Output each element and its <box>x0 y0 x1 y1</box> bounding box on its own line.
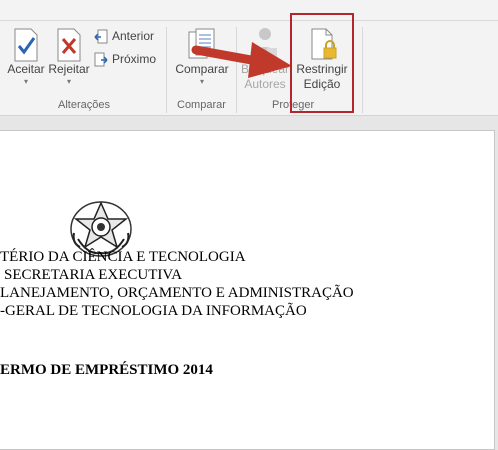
reject-label: Rejeitar <box>48 62 90 76</box>
group-label-comparar: Comparar <box>177 99 226 111</box>
chevron-down-icon: ▾ <box>66 77 71 86</box>
group-label-alteracoes: Alterações <box>58 99 110 111</box>
previous-change-button[interactable]: Anterior <box>94 27 154 45</box>
header-line-3: LANEJAMENTO, ORÇAMENTO E ADMINISTRAÇÃO <box>0 285 354 301</box>
reject-button[interactable]: Rejeitar ▾ <box>48 28 90 87</box>
document-area: TÉRIO DA CIÊNCIA E TECNOLOGIA SECRETARIA… <box>0 116 498 450</box>
reject-icon <box>57 28 81 62</box>
header-line-2: SECRETARIA EXECUTIVA <box>4 267 183 283</box>
ribbon-divider <box>0 20 498 21</box>
highlight-box <box>290 13 354 113</box>
next-change-icon <box>94 52 108 67</box>
previous-label: Anterior <box>112 29 155 43</box>
accept-button[interactable]: Aceitar ▾ <box>4 28 48 87</box>
document-title: ERMO DE EMPRÉSTIMO 2014 <box>0 362 213 378</box>
next-label: Próximo <box>112 52 157 66</box>
header-line-1: TÉRIO DA CIÊNCIA E TECNOLOGIA <box>0 249 246 265</box>
group-separator <box>166 27 167 113</box>
group-separator <box>362 27 363 113</box>
chevron-down-icon: ▾ <box>23 77 28 86</box>
ribbon: Aceitar ▾ Rejeitar ▾ Anterior Próximo Al… <box>0 0 498 116</box>
document-page: TÉRIO DA CIÊNCIA E TECNOLOGIA SECRETARIA… <box>0 130 495 450</box>
accept-icon <box>14 28 38 62</box>
annotation-arrow <box>191 42 292 78</box>
next-change-button[interactable]: Próximo <box>94 50 156 68</box>
previous-change-icon <box>94 29 108 44</box>
header-line-4: -GERAL DE TECNOLOGIA DA INFORMAÇÃO <box>0 303 307 319</box>
accept-label: Aceitar <box>7 62 45 76</box>
